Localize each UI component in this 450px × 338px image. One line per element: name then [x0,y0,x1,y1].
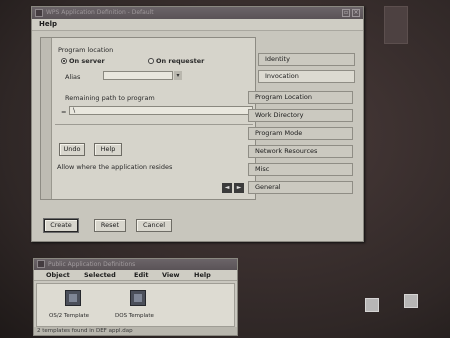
tab-network-resources[interactable]: Network Resources [248,145,353,158]
minimize-icon[interactable]: ▫ [342,9,350,17]
page-margin [41,38,52,199]
close-icon[interactable]: × [352,9,360,17]
divider [55,124,253,125]
path-field[interactable]: \ [69,106,253,115]
on-requester-label[interactable]: On requester [156,57,204,65]
settings-notebook-page: Program location On server On requester … [40,37,256,200]
menu-help[interactable]: Help [194,271,211,279]
next-page-icon[interactable]: ► [234,183,244,193]
cancel-button[interactable]: Cancel [136,219,172,232]
desktop-folder-icon[interactable] [365,298,379,312]
on-requester-radio[interactable] [148,58,154,64]
reset-button[interactable]: Reset [94,219,126,232]
sub-menubar: Object Selected Edit View Help [34,270,237,281]
prev-page-icon[interactable]: ◄ [222,183,232,193]
undo-button[interactable]: Undo [59,143,85,156]
alias-dropdown-icon[interactable]: ▾ [174,71,182,80]
program-location-label: Program location [58,46,114,54]
tab-program-mode[interactable]: Program Mode [248,127,353,140]
menu-view[interactable]: View [162,271,180,279]
tab-invocation[interactable]: Invocation [258,70,355,83]
help-button[interactable]: Help [94,143,122,156]
os2-template-label[interactable]: OS/2 Template [49,313,89,319]
sub-system-menu-icon[interactable] [37,260,45,268]
menu-help[interactable]: Help [39,20,57,28]
alias-label: Alias [65,73,81,81]
tab-general[interactable]: General [248,181,353,194]
desktop-object-icon[interactable] [384,6,408,44]
create-button[interactable]: Create [44,219,78,232]
main-menubar: Help [32,19,363,31]
tab-identity[interactable]: Identity [258,53,355,66]
main-window-title: WPS Application Definition - Default [46,9,154,16]
alias-field[interactable] [103,71,173,80]
status-text: Allow where the application resides [57,163,173,171]
on-server-label[interactable]: On server [69,57,105,65]
dos-template-label[interactable]: DOS Template [115,313,154,319]
application-definition-window: WPS Application Definition - Default ▫ ×… [31,6,364,242]
menu-edit[interactable]: Edit [134,271,148,279]
remaining-path-label: Remaining path to program [65,94,155,102]
os2-template-icon[interactable] [65,290,81,306]
menu-object[interactable]: Object [46,271,70,279]
tab-program-location[interactable]: Program Location [248,91,353,104]
main-titlebar[interactable]: WPS Application Definition - Default ▫ × [32,7,363,19]
on-server-radio[interactable] [61,58,67,64]
sub-window-title: Public Application Definitions [48,261,136,268]
desktop-shredder-icon[interactable] [404,294,418,308]
path-prefix: = [61,108,67,116]
dos-template-icon[interactable] [130,290,146,306]
template-container: OS/2 Template DOS Template [36,283,235,327]
public-definitions-window: Public Application Definitions Object Se… [33,258,238,336]
sub-status-bar: 2 templates found in DEF appl.dap [34,327,237,335]
menu-selected[interactable]: Selected [84,271,116,279]
sub-titlebar[interactable]: Public Application Definitions [34,259,237,270]
tab-work-directory[interactable]: Work Directory [248,109,353,122]
tab-misc[interactable]: Misc [248,163,353,176]
system-menu-icon[interactable] [35,9,43,17]
